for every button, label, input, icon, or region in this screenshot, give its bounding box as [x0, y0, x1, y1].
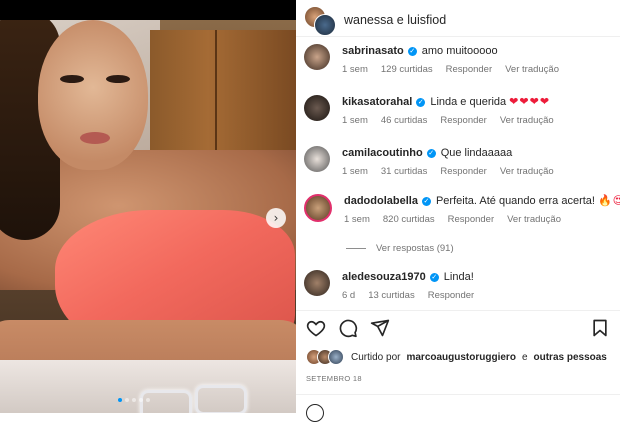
- carousel-dot: [132, 398, 136, 402]
- emoji-icon: 🔥😍❤: [597, 194, 620, 207]
- comment-button[interactable]: [338, 318, 358, 338]
- avatar: [314, 14, 336, 36]
- photo-lips: [80, 132, 110, 144]
- avatar[interactable]: [304, 270, 330, 296]
- reply-button[interactable]: Responder: [440, 166, 486, 177]
- comment-username[interactable]: kikasatorahal: [342, 95, 412, 109]
- avatar[interactable]: [304, 194, 332, 222]
- divider: [296, 394, 620, 395]
- action-bar: [306, 318, 610, 338]
- divider: [346, 248, 366, 249]
- photo-bracelet: [195, 385, 247, 413]
- heart-emoji-icon: ❤❤❤❤: [509, 95, 551, 108]
- heart-icon: [306, 320, 326, 337]
- liked-by-prefix: Curtido por: [351, 351, 401, 363]
- bookmark-icon: [593, 319, 607, 337]
- comment: dadodolabella ✓ Perfeita. Até quando err…: [304, 194, 620, 225]
- carousel-dot: [118, 398, 122, 402]
- comment-likes[interactable]: 31 curtidas: [381, 166, 427, 177]
- likes-summary: Curtido por marcoaugustoruggiero e outra…: [306, 349, 607, 365]
- comment-text: Linda!: [443, 271, 474, 283]
- avatar[interactable]: [304, 146, 330, 172]
- comment-username[interactable]: dadodolabella: [344, 194, 418, 208]
- reply-button[interactable]: Responder: [446, 64, 492, 75]
- post-photo[interactable]: [0, 20, 296, 413]
- carousel-dot: [125, 398, 129, 402]
- comment-username[interactable]: camilacoutinho: [342, 146, 423, 160]
- like-button[interactable]: [306, 318, 326, 338]
- avatar: [328, 349, 344, 365]
- collab-avatar[interactable]: [304, 6, 336, 36]
- divider: [296, 310, 620, 311]
- comment-text: amo muitooooo: [421, 45, 498, 57]
- liked-by-others[interactable]: outras pessoas: [534, 352, 607, 363]
- post-media-frame: ›: [0, 0, 296, 413]
- liker-avatars[interactable]: [306, 349, 344, 365]
- comment-time[interactable]: 1 sem: [342, 64, 368, 75]
- verified-icon: ✓: [407, 46, 417, 56]
- translate-button[interactable]: Ver tradução: [500, 166, 554, 177]
- comment-likes[interactable]: 13 curtidas: [368, 290, 414, 301]
- reply-button[interactable]: Responder: [428, 290, 474, 301]
- save-button[interactable]: [590, 318, 610, 338]
- comment: camilacoutinho ✓ Que lindaaaaa 1 sem 31 …: [304, 146, 554, 177]
- comment-time[interactable]: 1 sem: [342, 115, 368, 126]
- liked-by-conjunction: e: [521, 351, 528, 363]
- view-replies-label[interactable]: Ver respostas (91): [376, 243, 454, 254]
- share-icon: [370, 319, 390, 337]
- comment-time[interactable]: 6 d: [342, 290, 355, 301]
- carousel-dots: [118, 398, 150, 402]
- comment-likes[interactable]: 820 curtidas: [383, 214, 435, 225]
- divider: [296, 36, 620, 37]
- translate-button[interactable]: Ver tradução: [500, 115, 554, 126]
- carousel-next-button[interactable]: ›: [266, 208, 286, 228]
- verified-icon: ✓: [416, 97, 426, 107]
- verified-icon: ✓: [429, 272, 439, 282]
- comment: aledesouza1970 ✓ Linda! 6 d 13 curtidas …: [304, 270, 474, 301]
- reply-button[interactable]: Responder: [448, 214, 494, 225]
- photo-eye-right: [106, 75, 130, 83]
- comment-text: Linda e querida: [430, 96, 507, 108]
- avatar[interactable]: [304, 95, 330, 121]
- liked-by-user[interactable]: marcoaugustoruggiero: [406, 352, 515, 363]
- comment-text: Que lindaaaaa: [440, 147, 513, 159]
- comment-text: Perfeita. Até quando erra acerta!: [435, 195, 595, 207]
- avatar[interactable]: [304, 44, 330, 70]
- view-replies-button[interactable]: Ver respostas (91): [346, 243, 454, 254]
- comment-likes[interactable]: 46 curtidas: [381, 115, 427, 126]
- carousel-dot: [139, 398, 143, 402]
- comment-username[interactable]: sabrinasato: [342, 44, 404, 58]
- reply-button[interactable]: Responder: [440, 115, 486, 126]
- comment-icon: [339, 319, 358, 338]
- post-side-panel: wanessa e luisfiod sabrinasato ✓ amo mui…: [296, 0, 620, 422]
- comment: sabrinasato ✓ amo muitooooo 1 sem 129 cu…: [304, 44, 559, 75]
- comment-time[interactable]: 1 sem: [342, 166, 368, 177]
- verified-icon: ✓: [426, 148, 436, 158]
- translate-button[interactable]: Ver tradução: [507, 214, 561, 225]
- post-header: wanessa e luisfiod: [304, 6, 446, 36]
- comment: kikasatorahal ✓ Linda e querida ❤❤❤❤ 1 s…: [304, 95, 554, 126]
- carousel-dot: [146, 398, 150, 402]
- translate-button[interactable]: Ver tradução: [505, 64, 559, 75]
- photo-eye-left: [60, 75, 84, 83]
- comment-likes[interactable]: 129 curtidas: [381, 64, 433, 75]
- photo-face: [38, 20, 148, 170]
- comment-time[interactable]: 1 sem: [344, 214, 370, 225]
- verified-icon: ✓: [421, 196, 431, 206]
- post-authors[interactable]: wanessa e luisfiod: [344, 13, 446, 27]
- emoji-picker-icon[interactable]: [306, 404, 324, 422]
- post-date[interactable]: SETEMBRO 18: [306, 374, 362, 383]
- comment-username[interactable]: aledesouza1970: [342, 270, 426, 284]
- share-button[interactable]: [370, 318, 390, 338]
